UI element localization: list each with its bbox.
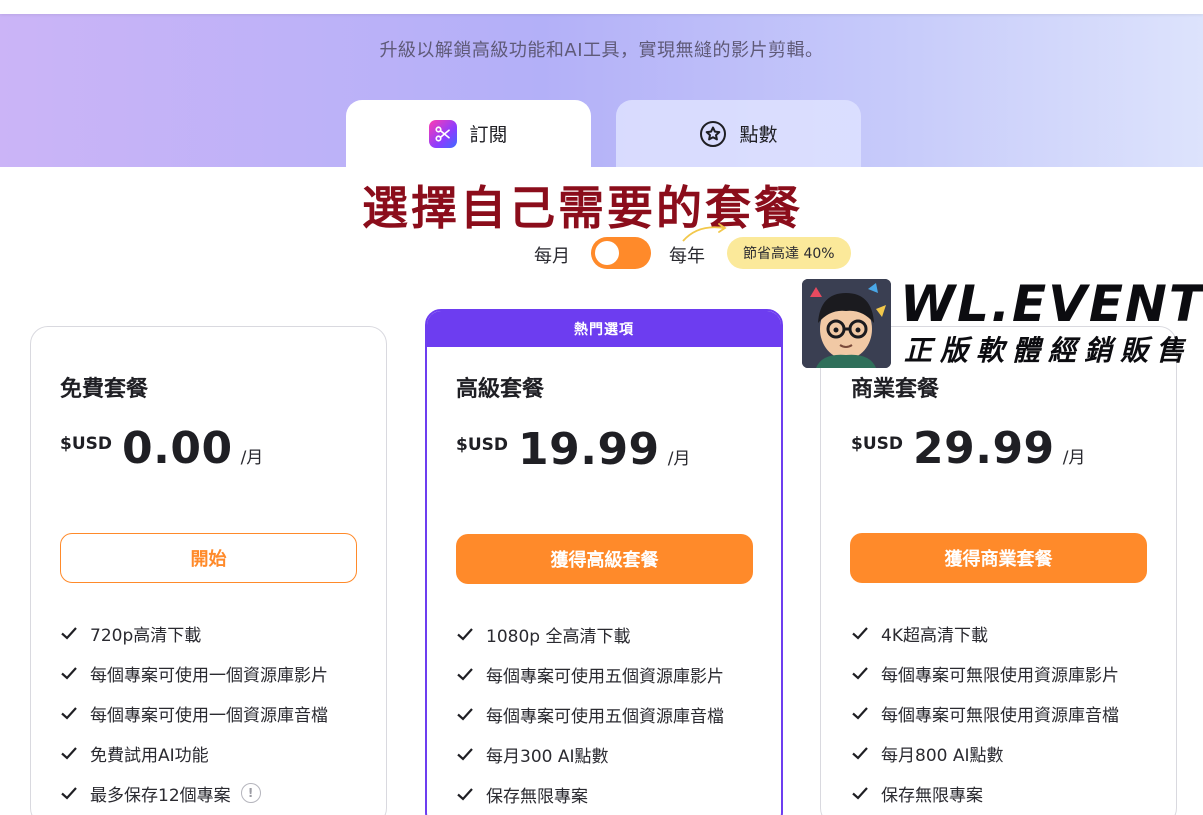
price: $USD 19.99 /月 [456, 424, 690, 475]
tab-subscription[interactable]: 訂閱 [346, 100, 591, 167]
price-period: /月 [1062, 448, 1086, 468]
feature-text: 每個專案可使用一個資源庫影片 [90, 665, 328, 686]
check-icon [61, 787, 77, 800]
page-subtitle: 升級以解鎖高級功能和AI工具，實現無縫的影片剪輯。 [379, 40, 824, 61]
get-premium-button[interactable]: 獲得高級套餐 [456, 534, 753, 584]
watermark-tagline: 正版軟體經銷販售 [904, 334, 1193, 367]
plan-card-free: 免費套餐 $USD 0.00 /月 開始 720p高清下載 每個專案可使用一個資… [30, 326, 387, 815]
get-business-button[interactable]: 獲得商業套餐 [850, 533, 1147, 583]
feature-text: 4K超高清下載 [881, 625, 988, 646]
check-icon [61, 667, 77, 680]
feature-item: 保存無限專案 [851, 773, 1119, 813]
tab-credits[interactable]: 點數 [616, 100, 861, 167]
currency: $USD [851, 434, 903, 454]
toggle-knob [595, 241, 619, 265]
tab-subscription-label: 訂閱 [469, 124, 508, 146]
check-icon [457, 708, 473, 721]
plan-name: 商業套餐 [851, 377, 940, 402]
feature-text: 每個專案可使用五個資源庫音檔 [486, 706, 724, 727]
billing-toggle[interactable] [591, 237, 651, 269]
start-button[interactable]: 開始 [60, 533, 357, 583]
feature-item: 1080p 全高清下載 [456, 614, 724, 654]
currency: $USD [456, 435, 508, 455]
feature-list: 720p高清下載 每個專案可使用一個資源庫影片 每個專案可使用一個資源庫音檔 免… [60, 613, 328, 813]
check-icon [852, 787, 868, 800]
price-amount: 0.00 [122, 423, 233, 474]
feature-item: 每個專案可使用一個資源庫影片 [60, 653, 328, 693]
feature-item: 每個專案可使用五個資源庫音檔 [456, 694, 724, 734]
feature-item: 保存無限專案 [456, 774, 724, 814]
check-icon [457, 628, 473, 641]
feature-text: 每月300 AI點數 [486, 746, 609, 767]
check-icon [852, 707, 868, 720]
feature-item: 每個專案可無限使用資源庫影片 [851, 653, 1119, 693]
feature-text: 1080p 全高清下載 [486, 626, 631, 647]
popular-badge: 熱門選項 [427, 311, 781, 347]
feature-item: 每月800 AI點數 [851, 733, 1119, 773]
feature-text: 免費試用AI功能 [90, 745, 209, 766]
feature-list: 1080p 全高清下載 每個專案可使用五個資源庫影片 每個專案可使用五個資源庫音… [456, 614, 724, 814]
watermark-logo: WL.EVENT 正版軟體經銷販售 [800, 276, 1203, 370]
tab-credits-label: 點數 [739, 124, 778, 146]
feature-text: 720p高清下載 [90, 625, 202, 646]
feature-text: 最多保存12個專案 [90, 785, 231, 806]
monthly-label[interactable]: 每月 [534, 242, 570, 268]
star-icon [699, 120, 727, 148]
feature-text: 每個專案可使用五個資源庫影片 [486, 666, 724, 687]
check-icon [457, 788, 473, 801]
price-period: /月 [667, 449, 691, 469]
feature-text: 每個專案可使用一個資源庫音檔 [90, 705, 328, 726]
overlay-title: 選擇自己需要的套餐 [362, 181, 803, 235]
plan-name: 免費套餐 [60, 377, 149, 402]
feature-text: 每個專案可無限使用資源庫音檔 [881, 705, 1119, 726]
check-icon [852, 627, 868, 640]
billing-period-selector: 每月 每年 節省高達 40% [0, 236, 1203, 270]
yearly-label[interactable]: 每年 [669, 242, 705, 268]
feature-item: 每月300 AI點數 [456, 734, 724, 774]
feature-text: 每月800 AI點數 [881, 745, 1004, 766]
plan-card-premium: 熱門選項 高級套餐 $USD 19.99 /月 獲得高級套餐 1080p 全高清… [425, 309, 783, 815]
plan-card-business: 商業套餐 $USD 29.99 /月 獲得商業套餐 4K超高清下載 每個專案可無… [820, 326, 1177, 815]
feature-item: 720p高清下載 [60, 613, 328, 653]
feature-list: 4K超高清下載 每個專案可無限使用資源庫影片 每個專案可無限使用資源庫音檔 每月… [851, 613, 1119, 813]
feature-text: 保存無限專案 [881, 785, 983, 806]
feature-item: 每個專案可使用一個資源庫音檔 [60, 693, 328, 733]
plan-name: 高級套餐 [456, 377, 545, 402]
hero-banner [0, 0, 1203, 167]
feature-item: 每個專案可使用五個資源庫影片 [456, 654, 724, 694]
price: $USD 0.00 /月 [60, 423, 263, 474]
watermark-brand: WL.EVENT [900, 275, 1203, 333]
feature-text: 保存無限專案 [486, 786, 588, 807]
feature-item: 最多保存12個專案! [60, 773, 328, 813]
check-icon [457, 748, 473, 761]
check-icon [61, 747, 77, 760]
save-badge: 節省高達 40% [727, 237, 851, 269]
price-period: /月 [240, 448, 264, 468]
top-bar [0, 0, 1203, 14]
info-icon[interactable]: ! [240, 783, 261, 803]
feature-item: 免費試用AI功能 [60, 733, 328, 773]
check-icon [61, 627, 77, 640]
price: $USD 29.99 /月 [851, 423, 1085, 474]
check-icon [457, 668, 473, 681]
feature-text: 每個專案可無限使用資源庫影片 [881, 665, 1119, 686]
check-icon [61, 707, 77, 720]
scissors-icon [429, 119, 458, 148]
price-amount: 19.99 [518, 424, 660, 475]
check-icon [852, 667, 868, 680]
currency: $USD [60, 434, 112, 454]
avatar [802, 279, 891, 368]
feature-item: 每個專案可無限使用資源庫音檔 [851, 693, 1119, 733]
check-icon [852, 747, 868, 760]
price-amount: 29.99 [913, 423, 1055, 474]
feature-item: 4K超高清下載 [851, 613, 1119, 653]
